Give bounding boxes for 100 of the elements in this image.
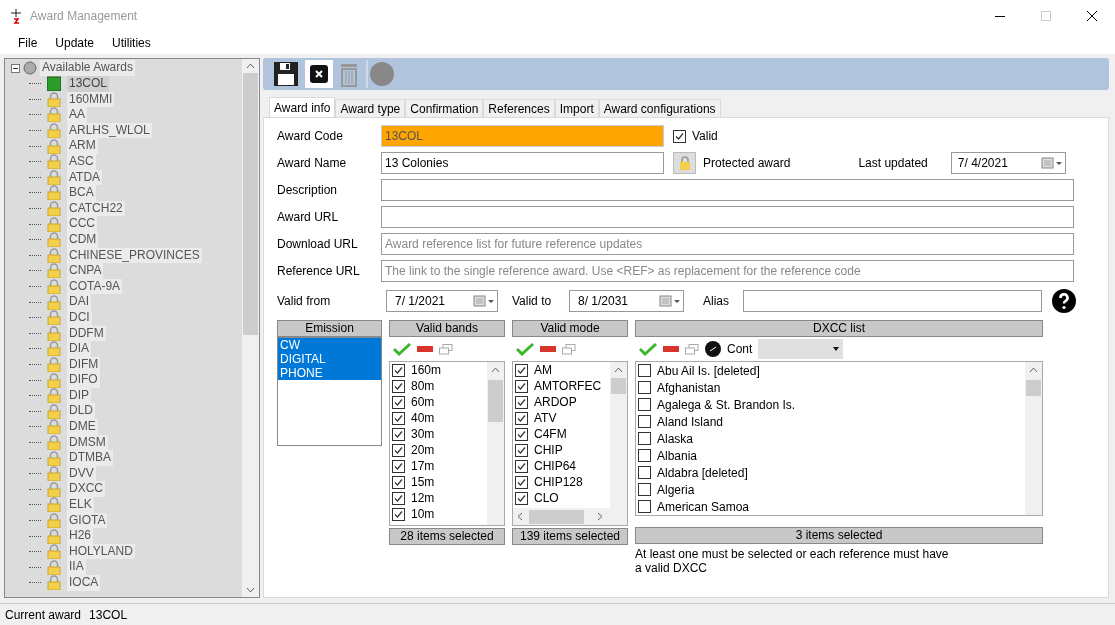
tree-item[interactable]: ELK [67, 497, 94, 513]
tree-item[interactable]: CNPA [67, 263, 104, 279]
text-field[interactable]: 13 Colonies [381, 152, 664, 174]
checkbox[interactable] [515, 491, 528, 505]
tree-item[interactable]: COTA-9A [67, 278, 123, 295]
checkbox[interactable] [638, 483, 651, 496]
tree-root-label[interactable]: Available Awards [40, 60, 135, 76]
list-item[interactable]: C4FM [534, 425, 567, 443]
list-item[interactable]: CHIP64 [534, 457, 577, 475]
award-code-field[interactable]: 13COL [381, 125, 664, 147]
checkbox[interactable] [638, 449, 651, 462]
checkbox[interactable] [638, 381, 651, 394]
list-item[interactable]: 80m [411, 377, 435, 395]
tab[interactable]: Award info [269, 97, 336, 117]
scrollbar[interactable] [1025, 362, 1042, 515]
scrollbar[interactable] [242, 59, 259, 597]
checkbox[interactable] [638, 500, 651, 513]
tree-item[interactable]: DTMBA [67, 450, 113, 466]
tab[interactable]: Confirmation [405, 99, 484, 117]
tree-item[interactable]: 13COL [67, 76, 110, 92]
menu-item[interactable]: Update [47, 34, 103, 52]
list-item[interactable]: 30m [411, 425, 435, 443]
tree-item[interactable]: CCC [67, 216, 97, 232]
text-field[interactable] [743, 290, 1042, 312]
help-icon[interactable] [1052, 289, 1076, 313]
close-icon[interactable] [305, 60, 333, 88]
list-item[interactable]: DIGITAL [278, 352, 381, 366]
scroll-thumb[interactable] [529, 509, 584, 524]
tree-item[interactable]: IOCA [67, 575, 101, 591]
tree-item[interactable]: BCA [67, 185, 96, 201]
tree-item[interactable]: DIFM [67, 356, 101, 373]
scroll-thumb[interactable] [1026, 380, 1041, 396]
checkbox[interactable] [515, 411, 528, 425]
checkbox[interactable] [515, 475, 528, 489]
tree-item[interactable]: H26 [67, 528, 93, 544]
check-all-icon[interactable] [393, 342, 411, 356]
checkbox[interactable] [392, 443, 405, 457]
checkbox[interactable] [392, 507, 405, 521]
text-field[interactable]: The link to the single reference award. Use <REF> as replacement for the reference code [381, 260, 1074, 282]
checkbox[interactable] [392, 475, 405, 489]
list-item[interactable]: 12m [411, 489, 435, 507]
checkbox[interactable] [515, 443, 528, 457]
tree-item[interactable]: CATCH22 [67, 200, 125, 217]
list-item[interactable]: ARDOP [534, 393, 577, 411]
checkbox[interactable] [515, 459, 528, 473]
scroll-right-icon[interactable] [597, 512, 603, 521]
tree-item[interactable]: AA [67, 107, 87, 123]
text-field[interactable] [381, 179, 1074, 201]
check-all-icon[interactable] [639, 342, 657, 356]
list-item[interactable]: AM [534, 362, 552, 379]
list-item[interactable]: 60m [411, 393, 435, 411]
list-item[interactable]: PHONE [278, 366, 381, 380]
list-item[interactable]: 160m [411, 362, 442, 379]
tree-item[interactable]: DMSM [67, 434, 108, 451]
list-item[interactable]: 15m [411, 473, 435, 491]
scroll-thumb[interactable] [488, 380, 503, 422]
checkbox[interactable] [515, 427, 528, 441]
tree-item[interactable]: DAI [67, 294, 91, 310]
checkbox[interactable] [392, 459, 405, 473]
list-item[interactable]: American Samoa [657, 497, 750, 515]
checkbox[interactable] [392, 411, 405, 425]
list-item[interactable]: 10m [411, 505, 435, 523]
checkbox[interactable] [392, 427, 405, 441]
date-field[interactable]: 8/ 1/2031 [569, 290, 684, 312]
checkbox[interactable] [392, 395, 405, 409]
tree-item[interactable]: GIOTA [67, 512, 108, 529]
list-item[interactable]: 17m [411, 457, 435, 475]
scroll-left-icon[interactable] [517, 512, 523, 521]
scroll-thumb[interactable] [243, 73, 258, 335]
tree-item[interactable]: DXCC [67, 481, 105, 498]
checkbox[interactable] [638, 398, 651, 411]
tree-item[interactable]: DME [67, 419, 98, 435]
checkbox[interactable] [515, 363, 528, 377]
list-item[interactable]: Abu Ail Is. [deleted] [657, 362, 760, 380]
windows-icon[interactable] [439, 343, 453, 355]
tab[interactable]: Import [554, 99, 599, 117]
list-item[interactable]: CHIP128 [534, 473, 583, 491]
list-item[interactable]: 40m [411, 409, 435, 427]
checkbox[interactable] [392, 363, 405, 377]
tree-item[interactable]: ARLHS_WLOL [67, 122, 152, 139]
checkbox[interactable] [638, 466, 651, 479]
tree-item[interactable]: IIA [67, 559, 86, 575]
tree-item[interactable]: DIFO [67, 372, 100, 388]
tree-item[interactable]: DDFM [67, 325, 106, 342]
checkbox[interactable] [673, 129, 686, 143]
windows-icon[interactable] [685, 343, 699, 355]
list-item[interactable]: Aldabra [deleted] [657, 463, 748, 482]
scrollbar[interactable] [487, 362, 504, 525]
tab[interactable]: References [483, 99, 555, 117]
tree-item[interactable]: ARM [67, 138, 98, 154]
list-item[interactable]: CHIP [534, 441, 563, 459]
tree-item[interactable]: HOLYLAND [67, 543, 135, 560]
check-all-icon[interactable] [516, 342, 534, 356]
menu-item[interactable]: File [10, 34, 46, 52]
tab[interactable]: Award type [335, 99, 406, 117]
checkbox[interactable] [392, 379, 405, 393]
checkbox[interactable] [638, 415, 651, 428]
list-item[interactable]: CLO [534, 489, 559, 507]
list-item[interactable]: Aland Island [657, 412, 724, 431]
tree-item[interactable]: CHINESE_PROVINCES [67, 247, 202, 264]
